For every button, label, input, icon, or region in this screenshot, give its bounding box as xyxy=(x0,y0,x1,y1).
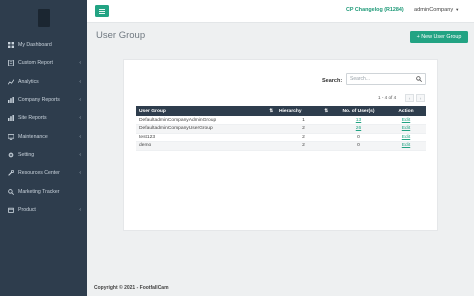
cell-user-group: demo xyxy=(136,141,276,151)
sidebar-item-company-reports[interactable]: Company Reports ‹ xyxy=(0,91,87,109)
edit-link[interactable]: Edit xyxy=(402,126,410,131)
col-header-hierarchy[interactable]: Hierarchy ⇅ xyxy=(276,106,331,116)
menu-toggle-button[interactable] xyxy=(95,5,109,17)
sidebar-item-site-reports[interactable]: Site Reports ‹ xyxy=(0,109,87,127)
footer-copyright: Copyright © 2021 - FootfallCam xyxy=(94,285,169,291)
sort-asc-icon: ⇅ xyxy=(324,108,328,113)
table-row: DefaultadminCompanyAdminGroup 1 13 Edit xyxy=(136,116,426,125)
cell-hierarchy: 1 xyxy=(276,116,331,125)
cell-user-count: 0 xyxy=(331,141,386,151)
sort-icon: ⇅ xyxy=(269,108,273,113)
chevron-left-icon: ‹ xyxy=(79,97,81,104)
new-user-group-button[interactable]: + New User Group xyxy=(410,31,468,43)
sidebar-item-my-dashboard[interactable]: My Dashboard xyxy=(0,36,87,54)
chevron-left-icon: ‹ xyxy=(79,60,81,67)
search-input[interactable] xyxy=(346,73,426,85)
user-name: adminCompany xyxy=(414,7,454,13)
bar-chart-icon xyxy=(8,97,14,104)
sidebar-item-analytics[interactable]: Analytics ‹ xyxy=(0,73,87,91)
search-icon xyxy=(8,188,14,195)
hamburger-icon xyxy=(99,8,105,14)
chevron-left-icon: ‹ xyxy=(79,115,81,122)
monitor-icon xyxy=(8,133,14,140)
sidebar-item-label: Site Reports xyxy=(18,115,47,122)
chevron-left-icon: ‹ xyxy=(79,133,81,140)
cell-hierarchy: 2 xyxy=(276,124,331,134)
sidebar-item-label: My Dashboard xyxy=(18,42,52,49)
sidebar-item-label: Product xyxy=(18,206,36,213)
search-label: Search: xyxy=(322,78,343,84)
user-group-panel: Search: 1 - 4 of 4 ‹ › User Group⇅ Hiera… xyxy=(123,59,438,231)
pager-prev-button[interactable]: ‹ xyxy=(405,94,414,102)
col-header-action: Action xyxy=(386,106,426,116)
sidebar-item-label: Custom Report xyxy=(18,60,53,67)
search-icon[interactable] xyxy=(416,76,422,82)
sidebar-item-maintenance[interactable]: Maintenance ‹ xyxy=(0,127,87,145)
sidebar-item-label: Setting xyxy=(18,151,35,158)
col-header-user-group[interactable]: User Group ⇅ xyxy=(136,106,276,116)
pager-info: 1 - 4 of 4 xyxy=(378,95,397,100)
sidebar-item-product[interactable]: Product ‹ xyxy=(0,201,87,219)
cell-user-group: test123 xyxy=(136,133,276,142)
sidebar-item-label: Company Reports xyxy=(18,97,60,104)
page-title: User Group xyxy=(96,30,146,41)
sidebar-item-label: Resources Center xyxy=(18,170,60,177)
chevron-left-icon: ‹ xyxy=(79,170,81,177)
col-header-users[interactable]: No. of User(s) xyxy=(331,106,386,116)
topbar: CP Changelog (R1284) adminCompany ▼ xyxy=(87,0,474,23)
cell-hierarchy: 2 xyxy=(276,133,331,142)
sidebar-item-label: Maintenance xyxy=(18,133,48,140)
report-icon xyxy=(8,60,14,67)
table-row: DefaultadminCompanyUserGroup 2 26 Edit xyxy=(136,124,426,134)
sidebar-item-resources-center[interactable]: Resources Center ‹ xyxy=(0,164,87,182)
chart-icon xyxy=(8,79,14,85)
sidebar-item-label: Marketing Tracker xyxy=(18,188,60,195)
logo-area xyxy=(0,0,87,36)
table-header-row: User Group ⇅ Hierarchy ⇅ No. of User(s) Ac… xyxy=(136,106,426,116)
cell-user-group: DefaultadminCompanyAdminGroup xyxy=(136,116,276,125)
sidebar: My Dashboard Custom Report ‹ Analytics ‹… xyxy=(0,0,87,296)
box-icon xyxy=(8,207,14,213)
caret-down-icon: ▼ xyxy=(455,7,460,12)
wrench-icon xyxy=(8,170,14,177)
gear-icon xyxy=(8,152,14,158)
cell-user-group: DefaultadminCompanyUserGroup xyxy=(136,124,276,134)
table-row: test123 2 0 Edit xyxy=(136,133,426,142)
user-count-link[interactable]: 13 xyxy=(356,118,361,123)
logo[interactable] xyxy=(37,9,50,27)
sidebar-nav: My Dashboard Custom Report ‹ Analytics ‹… xyxy=(0,36,87,219)
sidebar-item-label: Analytics xyxy=(18,78,39,85)
chevron-left-icon: ‹ xyxy=(79,151,81,158)
user-group-table: User Group ⇅ Hierarchy ⇅ No. of User(s) Ac… xyxy=(136,106,426,151)
changelog-link[interactable]: CP Changelog (R1284) xyxy=(346,7,404,13)
sidebar-item-marketing-tracker[interactable]: Marketing Tracker xyxy=(0,182,87,200)
sidebar-item-custom-report[interactable]: Custom Report ‹ xyxy=(0,54,87,72)
cell-hierarchy: 2 xyxy=(276,141,331,151)
cell-user-count: 0 xyxy=(331,133,386,142)
chevron-left-icon: ‹ xyxy=(79,206,81,213)
user-count-link[interactable]: 26 xyxy=(356,126,361,131)
pager-next-button[interactable]: › xyxy=(416,94,425,102)
edit-link[interactable]: Edit xyxy=(402,135,410,140)
chevron-left-icon: ‹ xyxy=(79,78,81,85)
table-row: demo 2 0 Edit xyxy=(136,141,426,151)
bar-chart-icon xyxy=(8,115,14,122)
edit-link[interactable]: Edit xyxy=(402,143,410,148)
dashboard-icon xyxy=(8,42,14,49)
sidebar-item-setting[interactable]: Setting ‹ xyxy=(0,146,87,164)
edit-link[interactable]: Edit xyxy=(402,118,410,123)
user-menu[interactable]: adminCompany ▼ xyxy=(414,7,459,13)
